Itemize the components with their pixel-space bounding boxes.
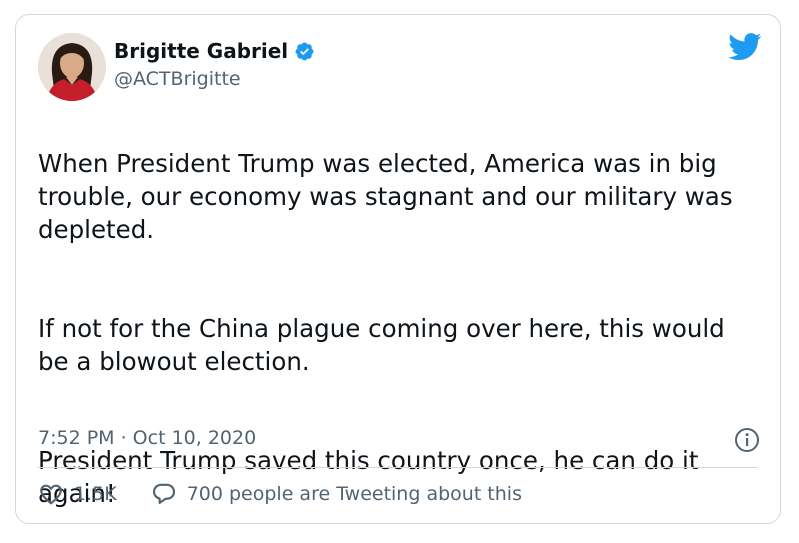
verified-badge-icon [294, 41, 315, 62]
tweeting-about-button[interactable]: 700 people are Tweeting about this [151, 481, 522, 507]
divider [38, 467, 758, 468]
tweet-actions: 1.5K 700 people are Tweeting about this [38, 481, 522, 507]
profile-photo [38, 33, 106, 101]
like-button[interactable]: 1.5K [38, 481, 117, 507]
like-count: 1.5K [74, 483, 117, 505]
author-name-row: Brigitte Gabriel [114, 39, 315, 63]
author-handle[interactable]: @ACTBrigitte [114, 68, 241, 90]
heart-icon [40, 484, 62, 505]
tweet-paragraph: When President Trump was elected, Americ… [38, 149, 733, 244]
twitter-bird-icon[interactable] [728, 33, 762, 61]
reply-bubble-icon [152, 483, 175, 504]
tweet-card: Brigitte Gabriel @ACTBrigitte When Presi… [15, 14, 781, 524]
tweet-text: When President Trump was elected, Americ… [38, 114, 763, 543]
tweet-paragraph: If not for the China plague coming over … [38, 314, 725, 376]
tweet-timestamp[interactable]: 7:52 PM · Oct 10, 2020 [38, 427, 256, 449]
info-icon[interactable] [734, 427, 760, 453]
tweeting-about-text: 700 people are Tweeting about this [186, 483, 522, 505]
avatar[interactable] [38, 33, 106, 101]
author-name[interactable]: Brigitte Gabriel [114, 39, 288, 63]
